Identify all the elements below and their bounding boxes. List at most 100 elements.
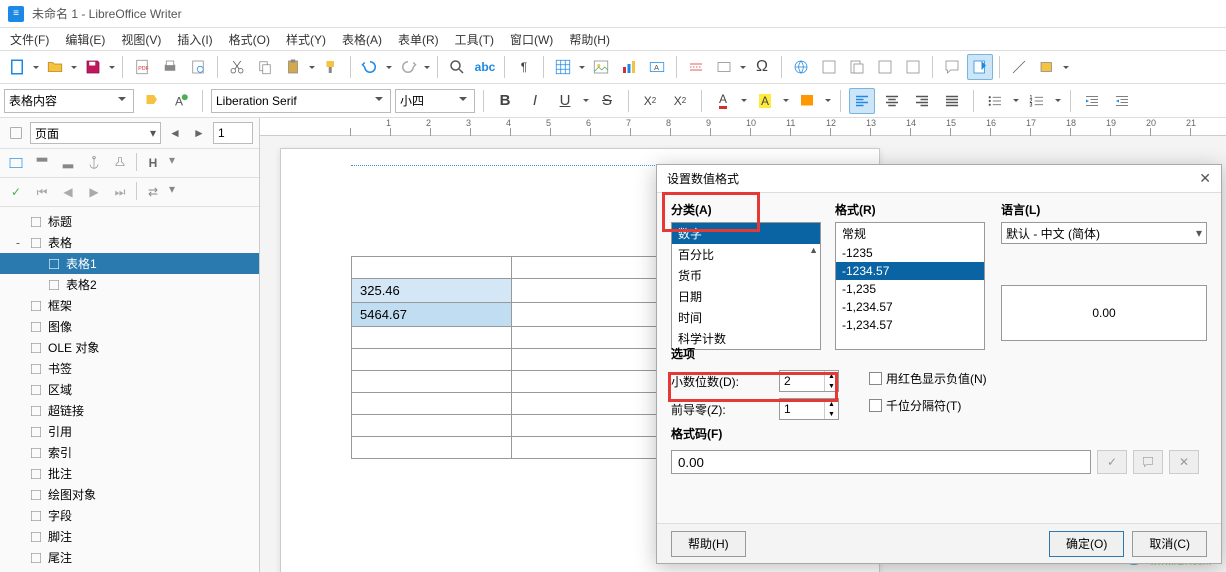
export-pdf-button[interactable]: PDF [129, 54, 155, 80]
tree-item[interactable]: 脚注 [0, 526, 259, 547]
format-item[interactable]: -1,234.57 [836, 298, 984, 316]
font-name-combo[interactable]: Liberation Serif [211, 89, 391, 113]
increase-indent-button[interactable] [1079, 88, 1105, 114]
underline-dropdown[interactable] [582, 96, 590, 105]
underline-button[interactable]: U [552, 88, 578, 114]
format-item[interactable]: -1,234.57 [836, 316, 984, 334]
tree-item[interactable]: -表格 [0, 232, 259, 253]
field-dropdown[interactable] [739, 63, 747, 72]
tree-item[interactable]: 批注 [0, 463, 259, 484]
tree-item[interactable]: 书签 [0, 358, 259, 379]
menu-format[interactable]: 格式(O) [223, 29, 276, 50]
table-cell[interactable] [512, 303, 672, 327]
table-cell[interactable] [512, 415, 672, 437]
insert-table-button[interactable] [550, 54, 576, 80]
highlight-button[interactable]: A [752, 88, 778, 114]
formatting-marks-button[interactable]: ¶ [511, 54, 537, 80]
cross-ref-button[interactable] [900, 54, 926, 80]
new-style-button[interactable]: A [168, 88, 194, 114]
track-changes-button[interactable] [967, 54, 993, 80]
leading-zeros-input[interactable] [780, 399, 824, 419]
tree-item[interactable]: 超链接 [0, 400, 259, 421]
superscript-button[interactable]: X2 [637, 88, 663, 114]
char-bg-dropdown[interactable] [824, 96, 832, 105]
char-background-button[interactable] [794, 88, 820, 114]
decimal-places-input[interactable] [780, 371, 824, 391]
tree-item[interactable]: 图像 [0, 316, 259, 337]
nav-toggle-icon[interactable] [6, 123, 26, 143]
navigator-tree[interactable]: 标题-表格表格1表格2框架图像OLE 对象书签区域超链接引用索引批注绘图对象字段… [0, 207, 259, 572]
update-style-button[interactable] [138, 88, 164, 114]
number-list-button[interactable]: 123 [1024, 88, 1050, 114]
table-cell[interactable] [512, 349, 672, 371]
menu-insert[interactable]: 插入(I) [171, 29, 218, 50]
footnote-button[interactable] [816, 54, 842, 80]
nav-reminder-icon[interactable] [110, 153, 130, 173]
basic-shapes-button[interactable] [1034, 54, 1060, 80]
font-size-combo[interactable]: 小四 [395, 89, 475, 113]
nav-prev-icon[interactable]: ◄ [165, 123, 185, 143]
table-cell[interactable] [352, 415, 512, 437]
format-item[interactable]: 常规 [836, 223, 984, 244]
nav-link-icon[interactable]: ⇄ [143, 182, 163, 202]
nav-footer-icon[interactable] [58, 153, 78, 173]
save-dropdown[interactable] [108, 63, 116, 72]
align-justify-button[interactable] [939, 88, 965, 114]
decimal-up-icon[interactable]: ▲ [825, 371, 838, 381]
nav-heading-level-icon[interactable]: H [143, 153, 163, 173]
new-dropdown[interactable] [32, 63, 40, 72]
menu-help[interactable]: 帮助(H) [563, 29, 616, 50]
paragraph-style-combo[interactable]: 表格内容 [4, 89, 134, 113]
menu-file[interactable]: 文件(F) [4, 29, 55, 50]
dialog-close-icon[interactable]: ✕ [1199, 170, 1211, 187]
table-cell[interactable] [512, 371, 672, 393]
thousands-checkbox-box[interactable] [869, 399, 882, 412]
category-item[interactable]: 时间 [672, 307, 820, 328]
comment-button[interactable] [939, 54, 965, 80]
format-code-add-icon[interactable]: ✓ [1097, 450, 1127, 474]
decrease-indent-button[interactable] [1109, 88, 1135, 114]
menu-view[interactable]: 视图(V) [115, 29, 167, 50]
decimal-places-spinner[interactable]: ▲▼ [779, 370, 839, 392]
format-listbox[interactable]: 常规-1235-1234.57-1,235-1,234.57-1,234.57 [835, 222, 985, 350]
category-item[interactable]: 日期 [672, 286, 820, 307]
nav-last-icon[interactable]: ⏭ [110, 182, 130, 202]
tree-item[interactable]: 表格1 [0, 253, 259, 274]
insert-field-button[interactable] [711, 54, 737, 80]
bullet-list-button[interactable] [982, 88, 1008, 114]
tree-item[interactable]: 标题 [0, 211, 259, 232]
save-button[interactable] [80, 54, 106, 80]
page-break-button[interactable] [683, 54, 709, 80]
print-preview-button[interactable] [185, 54, 211, 80]
nav-page-combo[interactable]: 页面 ▾ [30, 122, 161, 144]
open-dropdown[interactable] [70, 63, 78, 72]
nav-check-icon[interactable]: ✓ [6, 182, 26, 202]
redo-dropdown[interactable] [423, 63, 431, 72]
new-doc-button[interactable] [4, 54, 30, 80]
language-combo[interactable]: 默认 - 中文 (简体) ▾ [1001, 222, 1207, 244]
format-item[interactable]: -1235 [836, 244, 984, 262]
nav-next-icon[interactable]: ► [189, 123, 209, 143]
ok-button[interactable]: 确定(O) [1049, 531, 1124, 557]
endnote-button[interactable] [844, 54, 870, 80]
tree-item[interactable]: 区域 [0, 379, 259, 400]
special-char-button[interactable]: Ω [749, 54, 775, 80]
table-cell[interactable] [352, 437, 512, 459]
format-code-delete-icon[interactable]: ✕ [1169, 450, 1199, 474]
table-cell[interactable] [512, 393, 672, 415]
align-left-button[interactable] [849, 88, 875, 114]
cancel-button[interactable]: 取消(C) [1132, 531, 1207, 557]
table-cell[interactable]: 325.46 [352, 279, 512, 303]
table-cell[interactable] [352, 327, 512, 349]
shapes-dropdown[interactable] [1062, 63, 1070, 72]
nav-first-icon[interactable]: ⏮ [32, 182, 52, 202]
tree-item[interactable]: 尾注 [0, 547, 259, 568]
menu-edit[interactable]: 编辑(E) [59, 29, 111, 50]
bookmark-button[interactable] [872, 54, 898, 80]
nav-header-icon[interactable] [32, 153, 52, 173]
nav-prev2-icon[interactable]: ◀ [58, 182, 78, 202]
table-dropdown[interactable] [578, 63, 586, 72]
table-cell[interactable] [352, 257, 512, 279]
nav-page-number[interactable]: 1 [213, 122, 253, 144]
leading-zeros-spinner[interactable]: ▲▼ [779, 398, 839, 420]
